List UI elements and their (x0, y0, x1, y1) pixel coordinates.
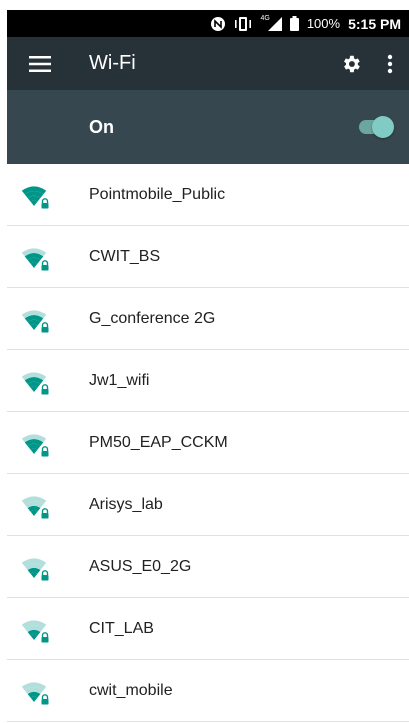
network-ssid: G_conference 2G (89, 309, 216, 327)
network-row[interactable]: PM50_EAP_CCKM (7, 412, 409, 474)
wifi-lock-icon (21, 682, 49, 705)
master-switch-label: On (89, 116, 114, 137)
vibrate-icon (234, 16, 252, 31)
status-time: 5:15 PM (348, 15, 401, 32)
network-row[interactable]: Jw1_wifi (7, 350, 409, 412)
wifi-lock-icon (21, 558, 49, 581)
network-row[interactable]: ASUS_E0_2G (7, 536, 409, 598)
network-ssid: CIT_LAB (89, 619, 154, 637)
wifi-toggle-switch[interactable] (359, 116, 395, 138)
network-list: Pointmobile_Public CWIT_BS G_conference 2G… (7, 164, 409, 722)
network-ssid: Pointmobile_Public (89, 185, 226, 203)
more-vert-icon (387, 54, 393, 73)
wifi-lock-icon (21, 186, 49, 209)
app-bar: Wi-Fi (7, 37, 409, 90)
wifi-lock-icon (21, 496, 49, 519)
wifi-lock-icon (21, 310, 49, 333)
battery-percentage: 100% (306, 16, 341, 31)
network-row[interactable]: Arisys_lab (7, 474, 409, 536)
network-row[interactable]: Pointmobile_Public (7, 164, 409, 226)
network-row[interactable]: G_conference 2G (7, 288, 409, 350)
network-row[interactable]: CIT_LAB (7, 598, 409, 660)
network-ssid: CWIT_BS (89, 247, 161, 265)
wifi-lock-icon (21, 372, 49, 395)
screen: 4G 100% 5:15 PM Wi-Fi On Pointmobile_Pub… (7, 10, 409, 723)
menu-icon (29, 55, 51, 72)
network-ssid: Jw1_wifi (89, 371, 150, 389)
battery-icon (289, 16, 299, 31)
wifi-master-switch-bar[interactable]: On (7, 90, 409, 164)
wifi-lock-icon (21, 248, 49, 271)
page-title: Wi-Fi (89, 52, 136, 74)
gear-icon (344, 55, 360, 72)
network-ssid: PM50_EAP_CCKM (89, 433, 228, 451)
cellular-signal-icon: 4G (260, 15, 282, 31)
wifi-lock-icon (21, 620, 49, 643)
toggle-thumb (372, 116, 394, 138)
menu-button[interactable] (7, 37, 73, 90)
network-ssid: Arisys_lab (89, 495, 163, 513)
settings-button[interactable] (331, 37, 371, 90)
status-bar: 4G 100% 5:15 PM (7, 10, 409, 37)
more-options-button[interactable] (371, 37, 409, 90)
wifi-lock-icon (21, 434, 49, 457)
network-ssid: ASUS_E0_2G (89, 557, 192, 575)
network-row[interactable]: CWIT_BS (7, 226, 409, 288)
nfc-icon (210, 16, 226, 32)
network-type-label: 4G (260, 15, 270, 22)
network-row[interactable]: cwit_mobile (7, 660, 409, 722)
network-ssid: cwit_mobile (89, 681, 173, 699)
